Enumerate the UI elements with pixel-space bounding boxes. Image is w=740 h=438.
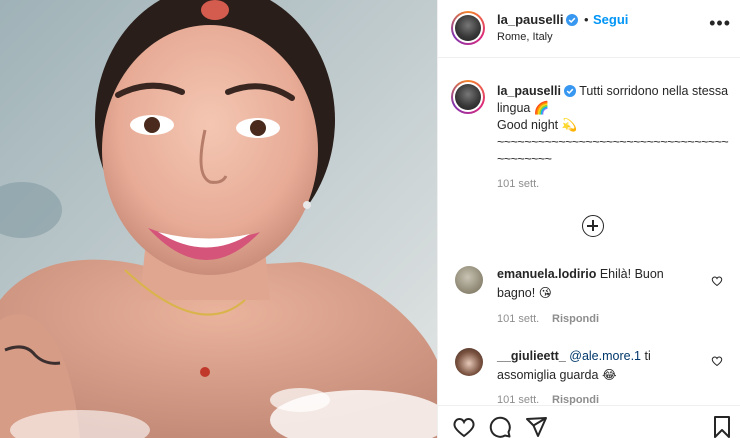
post-header: la_pauselli • Segui Rome, Italy ••• xyxy=(438,0,740,58)
verified-badge-icon xyxy=(563,85,576,97)
author-avatar[interactable] xyxy=(451,11,485,45)
more-options-icon[interactable]: ••• xyxy=(709,14,731,32)
kiss-emoji-icon: 😘 xyxy=(538,286,552,300)
caption-text: la_pauselli Tutti sorridono nella stessa… xyxy=(497,83,729,168)
comment-mention[interactable]: @ale.more.1 xyxy=(569,349,641,363)
caption-avatar[interactable] xyxy=(451,80,485,114)
comment-text: __giulieett_ @ale.more.1 ti assomiglia g… xyxy=(497,347,702,385)
share-icon[interactable] xyxy=(524,415,548,438)
caption-time[interactable]: 101 sett. xyxy=(497,178,539,190)
comment-time[interactable]: 101 sett. xyxy=(497,313,539,325)
author-username-text[interactable]: la_pauselli xyxy=(497,12,563,27)
post-photo[interactable] xyxy=(0,0,437,438)
author-username[interactable]: la_pauselli xyxy=(497,12,579,27)
laughing-emoji-icon: 😂 xyxy=(601,368,617,382)
commenter-avatar[interactable] xyxy=(455,266,483,294)
load-more-comments-icon[interactable] xyxy=(582,215,604,237)
follow-button[interactable]: Segui xyxy=(593,12,628,27)
commenter-username[interactable]: emanuela.lodirio xyxy=(497,267,596,281)
reply-button[interactable]: Rispondi xyxy=(552,313,599,325)
heart-icon[interactable] xyxy=(452,415,476,438)
photo-illustration xyxy=(0,0,437,438)
commenter-username[interactable]: __giulieett_ xyxy=(497,349,566,363)
comment-text: emanuela.lodirio Ehilà! Buon bagno! 😘 xyxy=(497,265,702,303)
separator-dot: • xyxy=(584,12,589,27)
action-bar xyxy=(438,405,740,438)
like-comment-icon[interactable] xyxy=(711,355,723,367)
caption-line2: Good night xyxy=(497,118,559,132)
post-side-panel: la_pauselli • Segui Rome, Italy ••• la_p… xyxy=(437,0,740,438)
instagram-post: la_pauselli • Segui Rome, Italy ••• la_p… xyxy=(0,0,740,438)
rainbow-emoji-icon: 🌈 xyxy=(533,101,550,115)
commenter-avatar[interactable] xyxy=(455,348,483,376)
bookmark-icon[interactable] xyxy=(710,415,734,438)
verified-badge-icon xyxy=(566,14,579,26)
dizzy-emoji-icon: 💫 xyxy=(561,118,578,132)
like-comment-icon[interactable] xyxy=(711,275,723,287)
caption-username[interactable]: la_pauselli xyxy=(497,84,561,98)
post-location[interactable]: Rome, Italy xyxy=(497,31,553,43)
comment-icon[interactable] xyxy=(488,415,512,438)
caption-tildes: ~~~~~~~~~~~~~~~~~~~~~~~~~~~~~~~~~~~~~~~~… xyxy=(497,135,729,166)
